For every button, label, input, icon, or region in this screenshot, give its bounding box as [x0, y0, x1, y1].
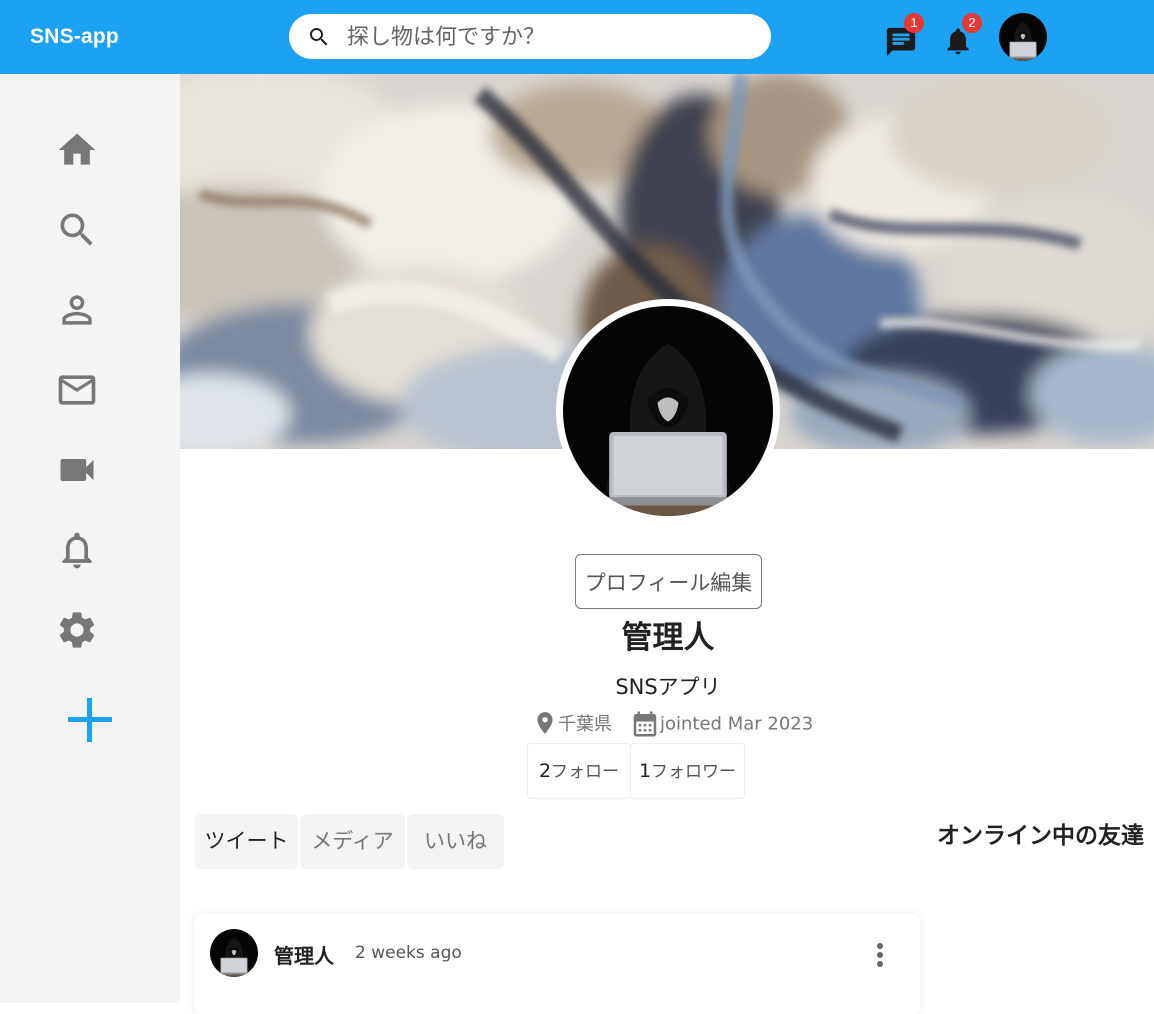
gear-icon	[59, 612, 95, 648]
tab-tweets[interactable]: ツイート	[195, 814, 298, 869]
top-app-bar: SNS-app 1 2	[0, 0, 1154, 74]
post-card: 管理人 2 weeks ago	[195, 914, 920, 1014]
home-icon	[58, 133, 96, 165]
post-author-avatar[interactable]	[210, 929, 258, 977]
sidebar-item-home[interactable]	[55, 128, 99, 172]
sidebar-item-messages[interactable]	[55, 368, 99, 412]
left-sidebar	[0, 74, 180, 1003]
online-friends-title: オンライン中の友達	[937, 823, 1144, 849]
tab-media[interactable]: メディア	[300, 814, 405, 869]
location-pin-icon	[537, 712, 553, 734]
sidebar-item-notifications[interactable]	[55, 528, 99, 572]
app-brand[interactable]: SNS-app	[30, 25, 119, 49]
tab-likes[interactable]: いいね	[407, 814, 504, 869]
notifications-badge: 2	[962, 13, 982, 33]
more-vert-icon	[877, 943, 883, 967]
calendar-icon	[633, 711, 657, 737]
sidebar-item-profile[interactable]	[55, 288, 99, 332]
plus-icon	[68, 698, 112, 742]
post-author-name[interactable]: 管理人	[274, 940, 334, 969]
search-bar[interactable]	[289, 14, 771, 59]
post-timestamp: 2 weeks ago	[355, 943, 462, 963]
mail-icon	[58, 375, 96, 405]
bell-outline-icon	[62, 532, 92, 569]
search-icon	[60, 213, 93, 246]
following-label: フォロー	[551, 762, 620, 782]
sidebar-item-settings[interactable]	[55, 608, 99, 652]
person-icon	[62, 295, 92, 325]
search-input[interactable]	[345, 21, 749, 53]
search-icon	[310, 28, 328, 46]
profile-picture[interactable]	[556, 299, 780, 523]
profile-name: 管理人	[621, 620, 715, 656]
sidebar-item-add[interactable]	[64, 694, 116, 746]
profile-joined: jointed Mar 2023	[630, 708, 813, 738]
location-text: 千葉県	[558, 714, 612, 735]
messages-badge: 1	[904, 13, 924, 33]
sidebar-item-search[interactable]	[55, 208, 99, 252]
profile-location: 千葉県	[532, 708, 612, 738]
followers-count-button[interactable]: 1フォロワー	[630, 743, 745, 799]
followers-count: 1	[638, 760, 652, 782]
following-count: 2	[538, 760, 552, 782]
edit-profile-button[interactable]: プロフィール編集	[575, 554, 762, 609]
post-more-button[interactable]	[871, 939, 889, 973]
joined-text: jointed Mar 2023	[660, 713, 814, 735]
followers-label: フォロワー	[651, 762, 737, 782]
following-count-button[interactable]: 2フォロー	[527, 743, 631, 799]
sidebar-item-video[interactable]	[55, 448, 99, 492]
video-icon	[60, 459, 94, 481]
user-avatar[interactable]	[999, 13, 1047, 61]
profile-bio: SNSアプリ	[615, 675, 721, 699]
